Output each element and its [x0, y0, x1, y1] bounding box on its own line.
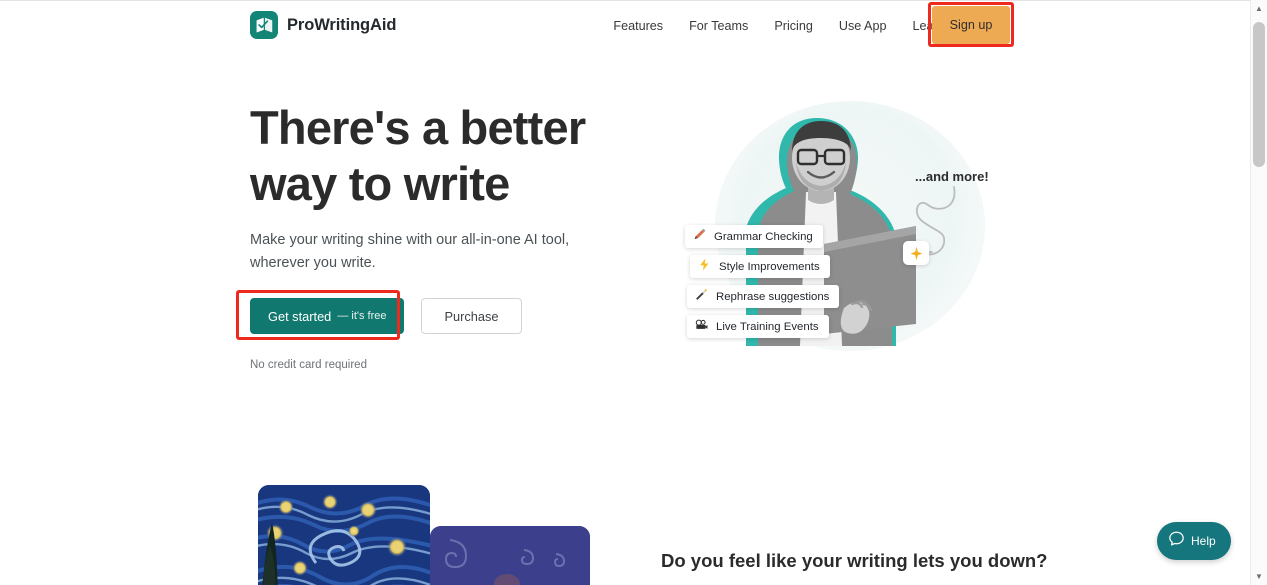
nav-use-app[interactable]: Use App [826, 19, 900, 33]
no-credit-card-note: No credit card required [250, 359, 367, 371]
sign-up-button[interactable]: Sign up [932, 6, 1010, 44]
site-header: ProWritingAid Features For Teams Pricing… [0, 1, 1250, 51]
pencil-icon [693, 228, 706, 245]
get-started-button[interactable]: Get started — it's free [250, 298, 405, 334]
book-check-logo-icon [250, 11, 278, 39]
hero-subtitle: Make your writing shine with our all-in-… [250, 232, 570, 271]
help-label: Help [1191, 534, 1216, 548]
feature-chip-label: Grammar Checking [714, 230, 813, 243]
feature-chip-label: Rephrase suggestions [716, 290, 830, 303]
help-widget-button[interactable]: Help [1157, 522, 1231, 560]
feature-chip-label: Live Training Events [716, 320, 819, 333]
lower-section-heading: Do you feel like your writing lets you d… [661, 550, 1048, 571]
feature-chip-rephrase-suggestions: Rephrase suggestions [687, 285, 840, 308]
sparkle-star-icon [903, 241, 929, 265]
get-started-label: Get started [268, 308, 332, 324]
scrollbar-thumb[interactable] [1253, 22, 1265, 167]
feature-chip-style-improvements: Style Improvements [690, 255, 830, 278]
brand-logo-link[interactable]: ProWritingAid [250, 11, 396, 39]
purchase-button[interactable]: Purchase [421, 298, 522, 334]
chat-bubble-icon [1168, 530, 1185, 552]
browser-page: ProWritingAid Features For Teams Pricing… [0, 0, 1267, 585]
hero-cta-row: Get started — it's free Purchase [250, 298, 522, 334]
hero-title-line-2: way to write [250, 157, 510, 210]
page-title: There's a better way to write [250, 100, 610, 212]
feature-chip-grammar-checking: Grammar Checking [685, 225, 823, 248]
scroll-down-arrow-icon[interactable]: ▼ [1251, 568, 1267, 585]
hero-illustration: ...and more! Grammar Checking Style Impr… [660, 71, 1020, 381]
feature-chip-label: Style Improvements [719, 260, 820, 273]
feature-chip-live-training-events: Live Training Events [687, 315, 829, 338]
starry-night-painting-card [258, 485, 430, 585]
projector-icon [695, 318, 708, 335]
and-more-label: ...and more! [915, 169, 989, 184]
page-viewport: ProWritingAid Features For Teams Pricing… [0, 0, 1250, 585]
nav-pricing[interactable]: Pricing [761, 19, 826, 33]
scroll-up-arrow-icon[interactable]: ▲ [1251, 0, 1267, 17]
brand-name: ProWritingAid [287, 15, 397, 34]
magic-wand-icon [695, 288, 708, 305]
hero-title-line-1: There's a better [250, 101, 586, 154]
lightning-icon [698, 258, 711, 275]
nav-features[interactable]: Features [600, 19, 676, 33]
nav-for-teams[interactable]: For Teams [676, 19, 761, 33]
vertical-scrollbar[interactable]: ▲ ▼ [1250, 0, 1267, 585]
sign-up-container: Sign up [932, 6, 1010, 44]
get-started-suffix: — it's free [337, 310, 387, 322]
blue-swirls-card [430, 526, 590, 585]
